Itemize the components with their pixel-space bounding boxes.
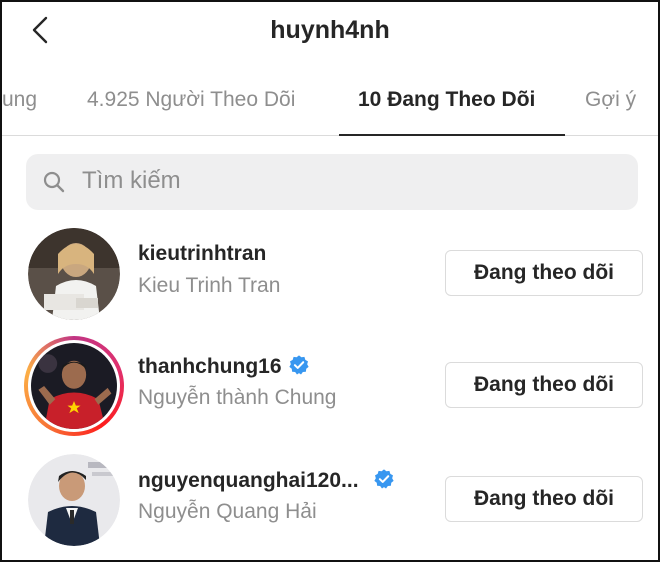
tab-suggestions[interactable]: Gợi ý [585,88,636,112]
app-frame: huynh4nh ung 4.925 Người Theo Dõi 10 Đan… [0,0,660,562]
avatar-image [31,343,117,429]
verified-badge-icon [288,355,309,375]
tab-followers-count[interactable]: ung [2,88,37,112]
verified-badge-icon [373,469,394,489]
username[interactable]: nguyenquanghai120... [138,468,395,493]
search-placeholder: Tìm kiếm [82,167,181,194]
following-button[interactable]: Đang theo dõi [445,362,643,408]
avatar[interactable] [28,228,120,320]
list-item: thanhchung16 Nguyễn thành Chung Đang the… [2,336,658,440]
list-item: nguyenquanghai120... Nguyễn Quang Hải Đa… [2,454,658,554]
following-button[interactable]: Đang theo dõi [445,250,643,296]
header: huynh4nh [2,2,658,60]
search-icon [43,171,65,193]
tab-following[interactable]: 10 Đang Theo Dõi [358,88,535,112]
active-tab-indicator [339,134,565,136]
following-button[interactable]: Đang theo dõi [445,476,643,522]
tab-followers[interactable]: 4.925 Người Theo Dõi [87,88,295,112]
username[interactable]: thanhchung16 [138,354,310,379]
full-name: Nguyễn Quang Hải [138,500,317,523]
page-title: huynh4nh [270,16,390,44]
tab-bar: ung 4.925 Người Theo Dõi 10 Đang Theo Dõ… [2,68,658,136]
full-name: Kieu Trinh Tran [138,274,281,297]
avatar-story-ring[interactable] [24,336,124,436]
avatar[interactable] [28,454,120,546]
list-item: kieutrinhtran Kieu Trinh Tran Đang theo … [2,228,658,328]
avatar-image [28,228,120,320]
avatar-image [28,454,120,546]
search-input[interactable]: Tìm kiếm [26,154,638,210]
username[interactable]: kieutrinhtran [138,242,266,266]
full-name: Nguyễn thành Chung [138,386,337,409]
